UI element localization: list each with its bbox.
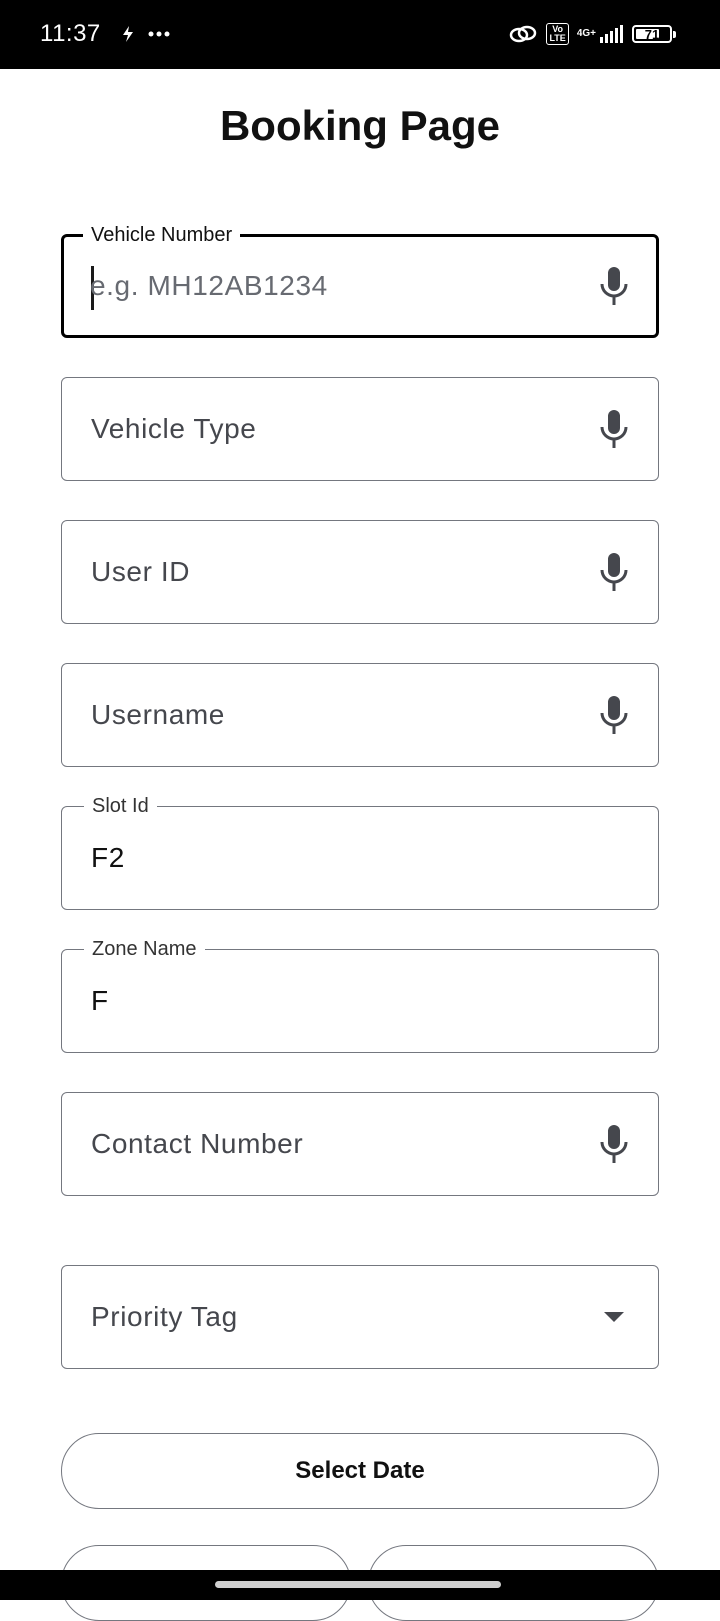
user-id-field[interactable]: User ID bbox=[61, 520, 659, 624]
user-id-label: User ID bbox=[91, 556, 191, 587]
status-bar: 11:37 Vo LTE 4G+ 71 bbox=[0, 0, 720, 69]
contact-number-field[interactable]: Contact Number bbox=[61, 1092, 659, 1196]
select-date-button[interactable]: Select Date bbox=[61, 1433, 659, 1509]
slot-id-value: F2 bbox=[91, 842, 125, 873]
mic-icon[interactable] bbox=[600, 267, 628, 305]
flash-icon bbox=[123, 26, 133, 42]
username-field[interactable]: Username bbox=[61, 663, 659, 767]
contact-number-label: Contact Number bbox=[91, 1128, 304, 1159]
zone-name-value: F bbox=[91, 985, 109, 1016]
vehicle-type-field[interactable]: Vehicle Type bbox=[61, 377, 659, 481]
mic-icon[interactable] bbox=[600, 1125, 628, 1163]
slot-id-field[interactable]: Slot Id F2 bbox=[61, 794, 659, 910]
vehicle-number-field[interactable]: Vehicle Number e.g. MH12AB1234 bbox=[61, 223, 659, 338]
arrow-drop-down-icon[interactable] bbox=[604, 1312, 624, 1322]
priority-tag-label: Priority Tag bbox=[91, 1301, 238, 1332]
volte-icon: Vo LTE bbox=[546, 23, 569, 45]
status-time: 11:37 bbox=[40, 20, 101, 47]
vehicle-type-label: Vehicle Type bbox=[91, 413, 257, 444]
link-icon bbox=[510, 25, 537, 43]
status-right-icons: Vo LTE 4G+ 71 bbox=[508, 18, 676, 50]
battery-icon: 71 bbox=[632, 25, 676, 43]
mic-icon[interactable] bbox=[600, 410, 628, 448]
mic-icon[interactable] bbox=[600, 696, 628, 734]
slot-id-label: Slot Id bbox=[84, 794, 157, 818]
navigation-bar bbox=[0, 1570, 720, 1600]
status-left-icons bbox=[120, 22, 170, 46]
priority-tag-dropdown[interactable]: Priority Tag bbox=[61, 1265, 659, 1369]
zone-name-field[interactable]: Zone Name F bbox=[61, 937, 659, 1053]
zone-name-label: Zone Name bbox=[84, 937, 205, 961]
vehicle-number-placeholder: e.g. MH12AB1234 bbox=[90, 270, 328, 301]
mic-icon[interactable] bbox=[600, 553, 628, 591]
more-notifications-icon bbox=[148, 31, 170, 37]
home-gesture-handle[interactable] bbox=[215, 1581, 501, 1588]
page-title: Booking Page bbox=[219, 102, 501, 149]
battery-level: 71 bbox=[644, 26, 660, 42]
signal-icon bbox=[600, 25, 623, 43]
username-label: Username bbox=[91, 699, 225, 730]
network-type: 4G+ bbox=[576, 28, 596, 39]
vehicle-number-label: Vehicle Number bbox=[83, 223, 241, 247]
